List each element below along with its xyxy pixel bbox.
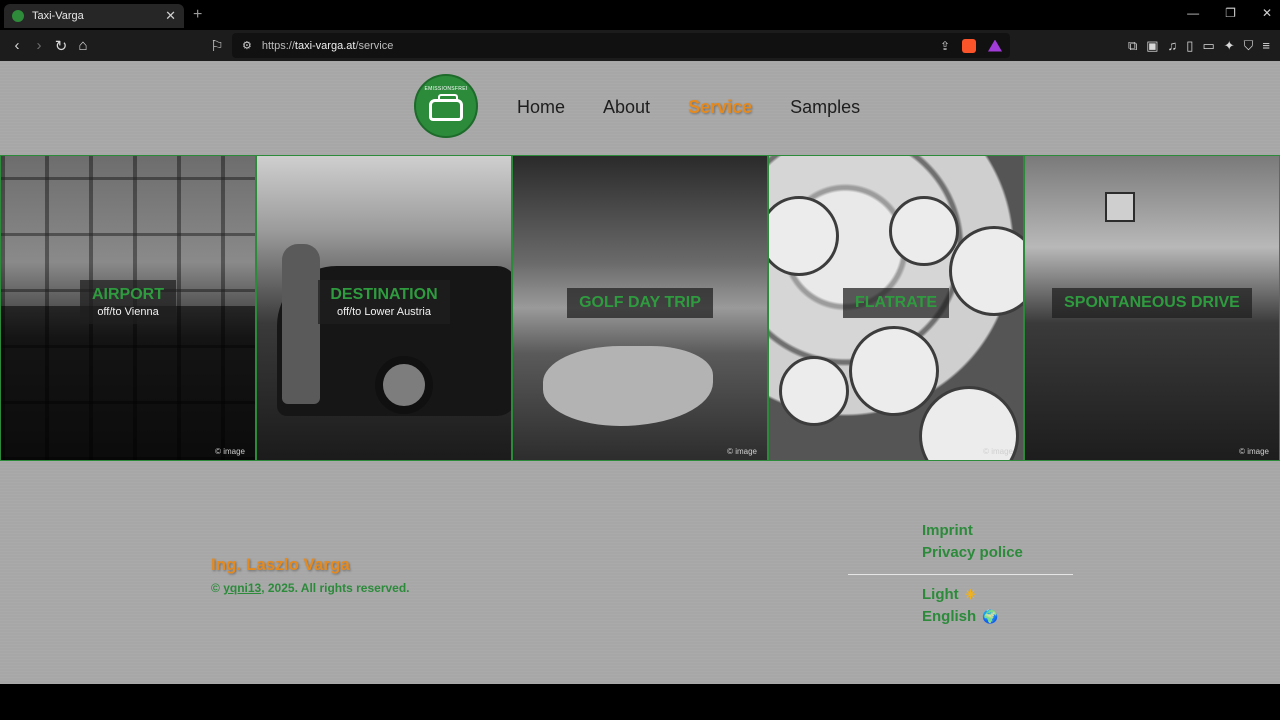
tile-label: SPONTANEOUS DRIVE: [1052, 288, 1252, 318]
service-tiles: AIRPORT off/to Vienna © image DESTINATIO…: [0, 155, 1280, 461]
page: EMISSIONSFREI Home About Service Samples…: [0, 61, 1280, 684]
taxi-car-icon: [429, 94, 463, 121]
tile-spontaneous-drive[interactable]: SPONTANEOUS DRIVE © image: [1024, 155, 1280, 461]
tile-golf-day-trip[interactable]: GOLF DAY TRIP © image: [512, 155, 768, 461]
tile-label: GOLF DAY TRIP: [567, 288, 713, 318]
tile-title: DESTINATION: [330, 286, 438, 303]
taxi-logo[interactable]: EMISSIONSFREI: [414, 74, 478, 138]
address-bar[interactable]: ⚙ https://taxi-varga.at/service ⇪: [232, 33, 1010, 58]
theme-toggle[interactable]: Light ☀: [922, 586, 998, 603]
image-copyright: © image: [215, 447, 245, 456]
copyright-line: © yqni13, 2025. All rights reserved.: [211, 581, 410, 595]
tile-label: AIRPORT off/to Vienna: [80, 280, 176, 324]
footer-links: Imprint Privacy police: [922, 522, 1023, 566]
owner-name: Ing. Laszlo Varga: [211, 555, 350, 574]
browser-toolbar: ‹ › ↻ ⌂ ⚐ ⚙ https://taxi-varga.at/servic…: [0, 30, 1280, 61]
nav-about[interactable]: About: [603, 97, 650, 118]
wallet-icon[interactable]: ▭: [1202, 38, 1214, 54]
vpn-icon[interactable]: ⛉: [1244, 38, 1254, 54]
home-icon[interactable]: ⌂: [72, 37, 94, 54]
share-icon[interactable]: ⇪: [940, 39, 950, 53]
brave-shields-icon[interactable]: [962, 38, 976, 53]
browser-tab-bar: Taxi-Varga ✕ + — ❐ ✕: [0, 0, 1280, 30]
nav-home[interactable]: Home: [517, 97, 565, 118]
sun-icon: ☀: [964, 587, 977, 602]
screenshot-icon[interactable]: ▣: [1146, 38, 1158, 54]
tile-destination[interactable]: DESTINATION off/to Lower Austria: [256, 155, 512, 461]
window-controls: — ❐ ✕: [1187, 6, 1272, 20]
tile-title: FLATRATE: [854, 294, 938, 311]
sidebar-icon[interactable]: ▯: [1186, 38, 1193, 54]
window-bottom: [0, 684, 1280, 720]
minimize-icon[interactable]: —: [1187, 6, 1199, 20]
forward-icon[interactable]: ›: [28, 37, 50, 54]
author-link[interactable]: yqni13: [223, 581, 261, 595]
language-toggle[interactable]: English 🌍: [922, 608, 998, 625]
leo-ai-icon[interactable]: ✦: [1224, 38, 1235, 54]
media-icon[interactable]: ♫: [1168, 38, 1178, 54]
main-navigation: Home About Service Samples: [517, 97, 860, 118]
image-copyright: © image: [983, 447, 1013, 456]
favicon-icon: [12, 10, 24, 22]
toolbar-extensions: ⧉ ▣ ♫ ▯ ▭ ✦ ⛉ ≡: [1128, 38, 1270, 54]
image-copyright: © image: [1239, 447, 1269, 456]
imprint-link[interactable]: Imprint: [922, 522, 1023, 539]
globe-icon: 🌍: [982, 609, 999, 624]
nav-service[interactable]: Service: [688, 97, 752, 118]
brave-rewards-icon[interactable]: [988, 39, 1002, 52]
close-window-icon[interactable]: ✕: [1262, 6, 1272, 20]
browser-tab[interactable]: Taxi-Varga ✕: [4, 4, 184, 28]
address-bar-actions: ⇪: [940, 38, 1002, 53]
back-icon[interactable]: ‹: [6, 37, 28, 54]
footer-divider: [848, 574, 1073, 575]
tab-title: Taxi-Varga: [32, 10, 84, 22]
tile-title: AIRPORT: [92, 286, 164, 303]
url-text[interactable]: https://taxi-varga.at/service: [262, 40, 393, 52]
tile-subtitle: off/to Lower Austria: [337, 306, 431, 318]
new-tab-button[interactable]: +: [193, 6, 202, 24]
tile-label: FLATRATE: [842, 288, 950, 318]
logo-text: EMISSIONSFREI: [424, 86, 468, 92]
menu-icon[interactable]: ≡: [1262, 38, 1270, 54]
tile-label: DESTINATION off/to Lower Austria: [318, 280, 450, 324]
image-copyright: © image: [727, 447, 757, 456]
tile-airport[interactable]: AIRPORT off/to Vienna © image: [0, 155, 256, 461]
tile-flatrate[interactable]: FLATRATE © image: [768, 155, 1024, 461]
site-settings-icon[interactable]: ⚙: [242, 39, 252, 52]
tile-title: SPONTANEOUS DRIVE: [1064, 294, 1240, 311]
nav-samples[interactable]: Samples: [790, 97, 860, 118]
footer-settings: Light ☀ English 🌍: [922, 586, 998, 630]
tile-title: GOLF DAY TRIP: [579, 294, 701, 311]
footer-owner: Ing. Laszlo Varga © yqni13, 2025. All ri…: [211, 555, 410, 595]
privacy-link[interactable]: Privacy police: [922, 544, 1023, 561]
extensions-icon[interactable]: ⧉: [1128, 38, 1137, 54]
bookmark-icon[interactable]: ⚐: [206, 37, 228, 55]
restore-icon[interactable]: ❐: [1225, 6, 1236, 20]
close-tab-icon[interactable]: ✕: [165, 8, 176, 24]
reload-icon[interactable]: ↻: [50, 37, 72, 55]
tile-subtitle: off/to Vienna: [97, 306, 159, 318]
